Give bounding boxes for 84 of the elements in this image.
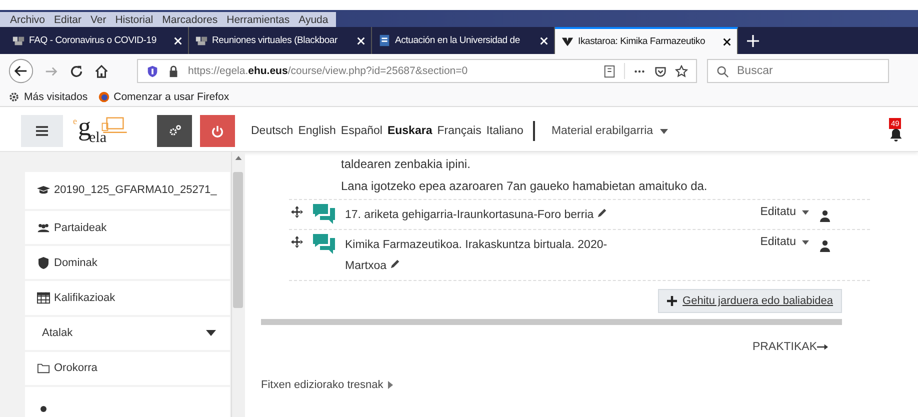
menu-item[interactable]: Marcadores <box>162 14 218 26</box>
menu-item[interactable]: Editar <box>54 14 82 26</box>
sidebar-item-label: Partaideak <box>54 222 108 234</box>
sidebar-item[interactable]: Kalifikazioak <box>25 281 230 315</box>
sidebar-item[interactable]: Atalak <box>25 316 230 350</box>
plus-icon[interactable] <box>746 34 760 48</box>
language-link[interactable]: English <box>298 125 336 137</box>
sidebar-item-label: Kalifikazioak <box>54 292 116 304</box>
reader-view-icon[interactable] <box>603 64 616 78</box>
puzzle-icon <box>12 34 25 47</box>
menu-item[interactable]: Herramientas <box>226 14 290 26</box>
menu-item[interactable]: Ayuda <box>298 14 328 26</box>
menu-icon <box>36 126 48 136</box>
settings-button[interactable] <box>157 115 192 147</box>
lock-icon <box>167 64 180 78</box>
sidebar-item[interactable]: Dominak <box>25 246 230 280</box>
caret-icon <box>802 240 809 244</box>
search-icon <box>716 64 729 78</box>
back-icon[interactable] <box>8 58 34 84</box>
puzzle-icon <box>195 34 208 47</box>
move-icon[interactable] <box>291 206 303 218</box>
arrow-icon <box>817 344 828 350</box>
globe-icon <box>98 91 110 103</box>
search-field[interactable]: Buscar <box>707 59 889 83</box>
language-link[interactable]: Italiano <box>486 125 524 137</box>
language-link[interactable]: Deutsch <box>251 125 294 137</box>
table-icon <box>37 292 50 304</box>
language-link[interactable]: Français <box>437 125 482 137</box>
sidebar-item-label: Dominak <box>54 256 98 269</box>
graduation-cap-icon <box>37 184 50 196</box>
pencil-icon[interactable] <box>390 258 401 269</box>
caret-icon <box>660 128 668 134</box>
caret-icon <box>802 210 809 214</box>
move-icon[interactable] <box>291 236 303 248</box>
bookmark-item[interactable]: Comenzar a usar Firefox <box>98 91 230 103</box>
reload-icon[interactable] <box>69 64 84 78</box>
logout-button[interactable] <box>200 115 235 147</box>
shield-icon <box>146 64 159 78</box>
star-icon[interactable] <box>675 64 688 78</box>
activity-link[interactable]: 17. ariketa gehigarria-Iraunkortasuna-Foro berria <box>345 205 645 226</box>
address-bar[interactable]: https://egela.ehu.eus/course/view.php?id=25687&section=0 <box>137 59 697 83</box>
sidebar-item[interactable]: Partaideak <box>25 210 230 244</box>
edit-menu[interactable]: Editatu <box>760 206 809 218</box>
language-link[interactable]: Español <box>340 125 382 137</box>
menu-button[interactable] <box>21 115 63 147</box>
edit-menu[interactable]: Editatu <box>760 236 809 248</box>
users-icon <box>37 222 50 234</box>
sidebar-item[interactable]: Orokorra <box>25 352 230 385</box>
pencil-icon[interactable] <box>596 207 608 218</box>
plus-icon <box>666 296 677 306</box>
menu-item[interactable]: Historial <box>115 14 154 26</box>
bookmark-item[interactable]: Más visitados <box>8 91 88 103</box>
settings-icon <box>168 124 182 138</box>
activity-link[interactable]: Kimika Farmazeutikoa. Irakaskuntza birtuala. 2020-Martxoa <box>345 235 645 277</box>
sidebar-item[interactable]: 20190_125_GFARMA10_25271_ <box>25 172 230 209</box>
folder-icon <box>37 362 50 374</box>
editing-tools-link[interactable]: Fitxen ediziorako tresnak <box>261 379 394 391</box>
caret-icon <box>206 330 216 336</box>
menu-item[interactable]: Ver <box>90 14 106 26</box>
sidebar-item-label: 20190_125_GFARMA10_25271_ <box>54 184 218 196</box>
shield-icon <box>37 256 50 269</box>
sidebar-item-label: Orokorra <box>54 362 98 374</box>
forum-icon[interactable] <box>312 233 336 255</box>
power-icon <box>211 124 224 138</box>
gear-icon <box>8 91 20 103</box>
scroll-up-icon[interactable] <box>235 156 242 160</box>
home-icon[interactable] <box>94 64 109 78</box>
caret-icon <box>388 381 394 389</box>
bell-icon[interactable] <box>888 126 904 142</box>
document-icon <box>378 34 391 47</box>
next-section-link[interactable]: PRAKTIKAK <box>752 341 828 353</box>
menu-item[interactable]: Archivo <box>10 14 46 26</box>
language-link[interactable]: Euskara <box>387 125 432 137</box>
pocket-icon[interactable] <box>654 64 667 78</box>
resources-menu[interactable]: Material erabilgarria <box>551 125 668 137</box>
url-text: https://egela.ehu.eus/course/view.php?id=25687&section=0 <box>188 65 469 77</box>
browser-tab[interactable]: Ikastaroa: Kimika Farmazeutiko <box>555 27 738 54</box>
forum-icon[interactable] <box>312 203 336 225</box>
sidebar-item-label: Atalak <box>42 327 74 340</box>
paragraph: taldearen zenbakia ipini. <box>341 157 472 171</box>
paragraph: Lana igotzeko epea azaroaren 7an gaueko hamabietan amaituko da. <box>341 179 708 193</box>
add-activity-button[interactable]: Gehitu jarduera edo baliabidea <box>658 289 842 313</box>
scrollbar-thumb[interactable] <box>233 172 244 308</box>
close-icon[interactable] <box>723 38 731 46</box>
